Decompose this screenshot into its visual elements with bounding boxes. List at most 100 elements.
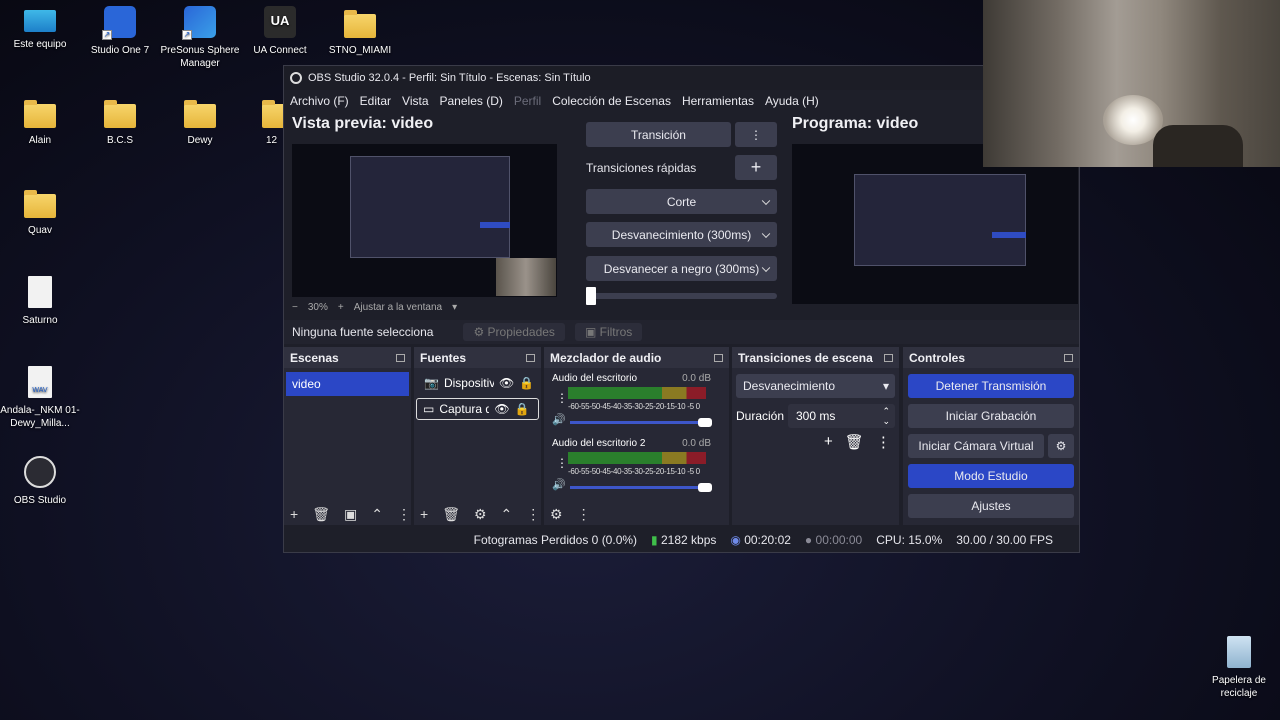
eye-icon[interactable]: 👁 (499, 372, 514, 394)
desktop-icon-label: OBS Studio (13, 495, 67, 506)
menu-ayuda[interactable]: Ayuda (H) (765, 94, 819, 108)
desktop-icon-stno-miami[interactable]: STNO_MIAMI (320, 6, 400, 57)
undock-icon[interactable] (396, 353, 405, 362)
menu-perfil[interactable]: Perfil (514, 94, 541, 108)
scene-filters-icon[interactable]: ▣ (344, 506, 357, 523)
menu-archivo[interactable]: Archivo (F) (290, 94, 349, 108)
channel-menu-icon[interactable]: ⋮ (556, 456, 568, 470)
source-item-device[interactable]: 📷 Dispositiv 👁 🔒 (416, 372, 539, 394)
desktop-icon-ua-connect[interactable]: UA UA Connect (240, 6, 320, 57)
mixer-more-icon[interactable]: ⋮ (577, 506, 591, 523)
folder-icon (104, 100, 136, 128)
desktop-icon-dewy[interactable]: Dewy (160, 96, 240, 147)
lock-icon[interactable]: 🔒 (519, 372, 534, 394)
settings-button[interactable]: Ajustes (908, 494, 1074, 518)
start-recording-button[interactable]: Iniciar Grabación (908, 404, 1074, 428)
filters-button[interactable]: ▣ Filtros (574, 323, 643, 341)
volume-slider-knob[interactable] (698, 418, 712, 427)
volume-slider[interactable] (570, 418, 712, 427)
advanced-audio-gear-icon[interactable]: ⚙ (550, 506, 563, 523)
scenes-title: Escenas (290, 350, 339, 365)
quick-transition-fade[interactable]: Desvanecimiento (300ms) (586, 222, 777, 247)
eye-icon[interactable]: 👁 (494, 398, 509, 420)
duration-label: Duración (736, 409, 785, 423)
desktop-icon-quav[interactable]: Quav (0, 186, 80, 237)
speaker-icon[interactable]: 🔊 (552, 413, 566, 426)
desktop-icon-recycle-bin[interactable]: Papelera de reciclaje (1199, 636, 1279, 700)
lock-icon[interactable]: 🔒 (515, 398, 530, 420)
quick-transition-label: Corte (666, 194, 697, 209)
source-settings-gear-icon[interactable]: ⚙ (474, 506, 487, 523)
transitions-dock-header: Transiciones de escena (732, 347, 899, 368)
transition-more-icon[interactable]: ⋮ (876, 433, 891, 451)
mixer-channel-1: Audio del escritorio 0.0 dB ⋮ -60-55-50-… (544, 369, 719, 433)
start-virtual-camera-button[interactable]: Iniciar Cámara Virtual (908, 434, 1044, 458)
volume-slider[interactable] (570, 483, 712, 492)
transition-button[interactable]: Transición (586, 122, 731, 147)
desktop-icon-studio-one[interactable]: ↗ Studio One 7 (80, 6, 160, 57)
transition-select[interactable]: Desvanecimiento ▾ (736, 374, 895, 398)
quick-transition-fade-black[interactable]: Desvanecer a negro (300ms) (586, 256, 777, 281)
desktop-icon-alain[interactable]: Alain (0, 96, 80, 147)
preview-canvas[interactable] (292, 144, 557, 297)
program-mini-window (854, 174, 1026, 266)
add-transition-plus-icon[interactable]: + (824, 433, 833, 451)
undock-icon[interactable] (526, 353, 535, 362)
chevron-down-icon[interactable]: ⌄ (882, 409, 890, 433)
scene-more-icon[interactable]: ⋮ (397, 506, 411, 523)
desktop-icon-andala-wav[interactable]: WAV Andala-_NKM 01-Dewy_Milla... (0, 366, 80, 430)
desktop-icon-12[interactable]: 12 (240, 96, 283, 147)
menu-paneles[interactable]: Paneles (D) (440, 94, 503, 108)
scene-item-video[interactable]: video (286, 372, 409, 396)
transitions-toolbar: + 🗑 ⋮ (824, 433, 891, 451)
webcam-chair (1153, 125, 1243, 167)
properties-button[interactable]: ⚙ Propiedades (463, 323, 565, 341)
duration-spinbox[interactable]: 300 ms ⌃ ⌄ (788, 404, 895, 428)
speaker-icon[interactable]: 🔊 (552, 478, 566, 491)
studio-mode-button[interactable]: Modo Estudio (908, 464, 1074, 488)
undock-icon[interactable] (1064, 353, 1073, 362)
remove-scene-trash-icon[interactable]: 🗑 (312, 506, 330, 523)
quick-transition-corte[interactable]: Corte (586, 189, 777, 214)
broadcast-icon: ◉ (730, 533, 741, 547)
undock-icon[interactable] (884, 353, 893, 362)
channel-menu-icon[interactable]: ⋮ (556, 391, 568, 405)
desktop-icon-label: Papelera de reciclaje (1212, 675, 1266, 699)
program-canvas (792, 144, 1078, 304)
desktop-icon-saturno[interactable]: Saturno (0, 276, 80, 327)
add-quick-transition-button[interactable]: + (735, 155, 777, 180)
desktop-icon-obs-studio[interactable]: OBS Studio (0, 456, 80, 507)
virtual-camera-settings-button[interactable]: ⚙ (1048, 434, 1074, 458)
desktop-icon-este-equipo[interactable]: Este equipo (0, 6, 80, 51)
menu-herramientas[interactable]: Herramientas (682, 94, 754, 108)
remove-transition-trash-icon[interactable]: 🗑 (845, 433, 864, 451)
desktop-icon-label: Alain (28, 135, 52, 146)
source-more-icon[interactable]: ⋮ (526, 506, 540, 523)
chevron-down-icon[interactable]: ▾ (452, 302, 457, 313)
menu-coleccion[interactable]: Colección de Escenas (552, 94, 671, 108)
zoom-in-button[interactable]: + (338, 302, 344, 313)
add-scene-plus-icon[interactable]: + (290, 506, 298, 523)
source-item-capture[interactable]: ▭ Captura d 👁 🔒 (416, 398, 539, 420)
add-source-plus-icon[interactable]: + (420, 506, 428, 523)
title-bar[interactable]: OBS Studio 32.0.4 - Perfil: Sin Título -… (284, 66, 1079, 90)
zoom-fit-dropdown[interactable]: Ajustar a la ventana (354, 302, 442, 313)
obs-logo-icon (290, 72, 302, 84)
undock-icon[interactable] (714, 353, 723, 362)
t-bar-track[interactable] (586, 287, 777, 305)
transition-menu-button[interactable]: ⋮ (735, 122, 777, 147)
menu-bar: Archivo (F) Editar Vista Paneles (D) Per… (284, 90, 1079, 112)
desktop-icon-bcs[interactable]: B.C.S (80, 96, 160, 147)
menu-vista[interactable]: Vista (402, 94, 428, 108)
desktop-icon-presonus-sphere[interactable]: ↗ PreSonus Sphere Manager (160, 6, 240, 70)
duration-value: 300 ms (796, 409, 836, 423)
filter-icon: ▣ (584, 325, 597, 339)
move-scene-up-icon[interactable]: ⌃ (371, 506, 383, 523)
t-bar-handle[interactable] (586, 287, 596, 305)
remove-source-trash-icon[interactable]: 🗑 (442, 506, 460, 523)
zoom-out-button[interactable]: − (292, 302, 298, 313)
menu-editar[interactable]: Editar (360, 94, 391, 108)
volume-slider-knob[interactable] (698, 483, 712, 492)
stop-streaming-button[interactable]: Detener Transmisión (908, 374, 1074, 398)
move-source-up-icon[interactable]: ⌃ (501, 506, 513, 523)
